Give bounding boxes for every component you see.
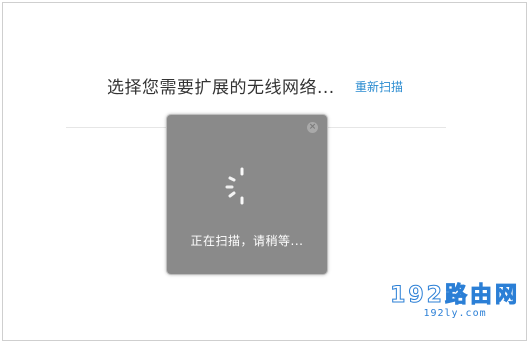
page-frame: 选择您需要扩展的无线网络... 重新扫描 × 正在扫描，请稍等... 192路由… <box>2 2 527 341</box>
scanning-dialog: × 正在扫描，请稍等... <box>166 114 328 275</box>
loading-spinner-icon <box>225 167 244 205</box>
heading-row: 选择您需要扩展的无线网络... 重新扫描 <box>3 73 526 99</box>
watermark-logo: 192路由网 192ly.com <box>390 283 520 320</box>
loading-text: 正在扫描，请稍等... <box>190 234 304 248</box>
rescan-link[interactable]: 重新扫描 <box>355 78 403 95</box>
close-icon[interactable]: × <box>307 122 318 133</box>
watermark-url: 192ly.com <box>423 308 487 319</box>
watermark-title: 192路由网 <box>390 283 520 308</box>
page-title: 选择您需要扩展的无线网络... <box>107 78 335 98</box>
